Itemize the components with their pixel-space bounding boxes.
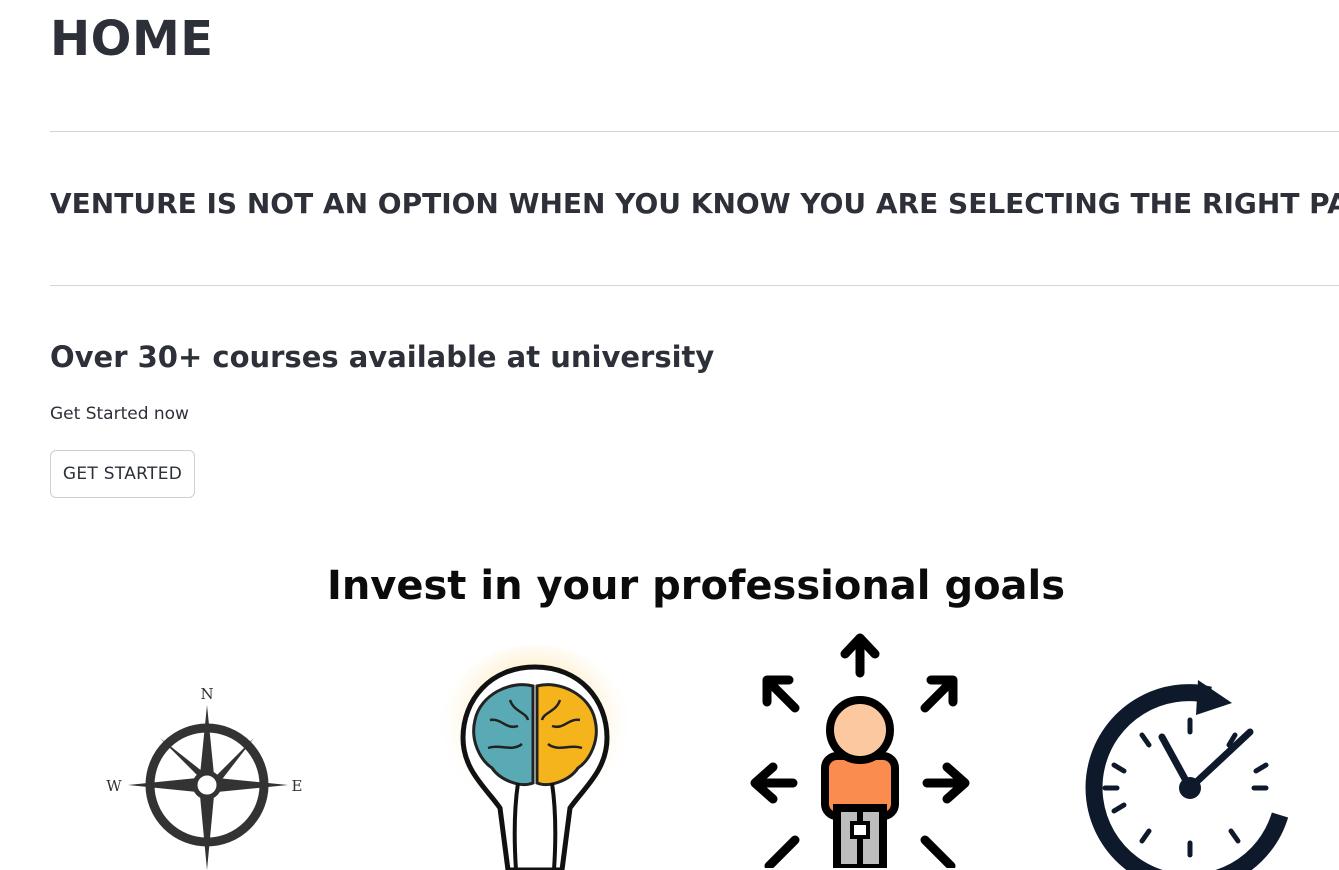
person-directions-icon — [745, 628, 975, 868]
compass-icon: N W E — [100, 680, 310, 870]
lightbulb-brain-icon — [430, 640, 640, 870]
section-heading: Invest in your professional goals — [326, 563, 1066, 609]
tagline: VENTURE IS NOT AN OPTION WHEN YOU KNOW Y… — [50, 187, 1339, 220]
divider-bottom — [50, 285, 1339, 286]
get-started-text: Get Started now — [50, 404, 189, 424]
courses-heading: Over 30+ courses available at university — [50, 340, 715, 374]
divider-top — [50, 131, 1339, 132]
get-started-button[interactable]: GET STARTED — [50, 450, 195, 498]
compass-letter-w: W — [106, 777, 122, 795]
page-title: HOME — [50, 11, 214, 67]
clock-icon — [1080, 675, 1300, 870]
compass-letter-n: N — [200, 685, 213, 703]
compass-letter-e: E — [292, 777, 303, 795]
